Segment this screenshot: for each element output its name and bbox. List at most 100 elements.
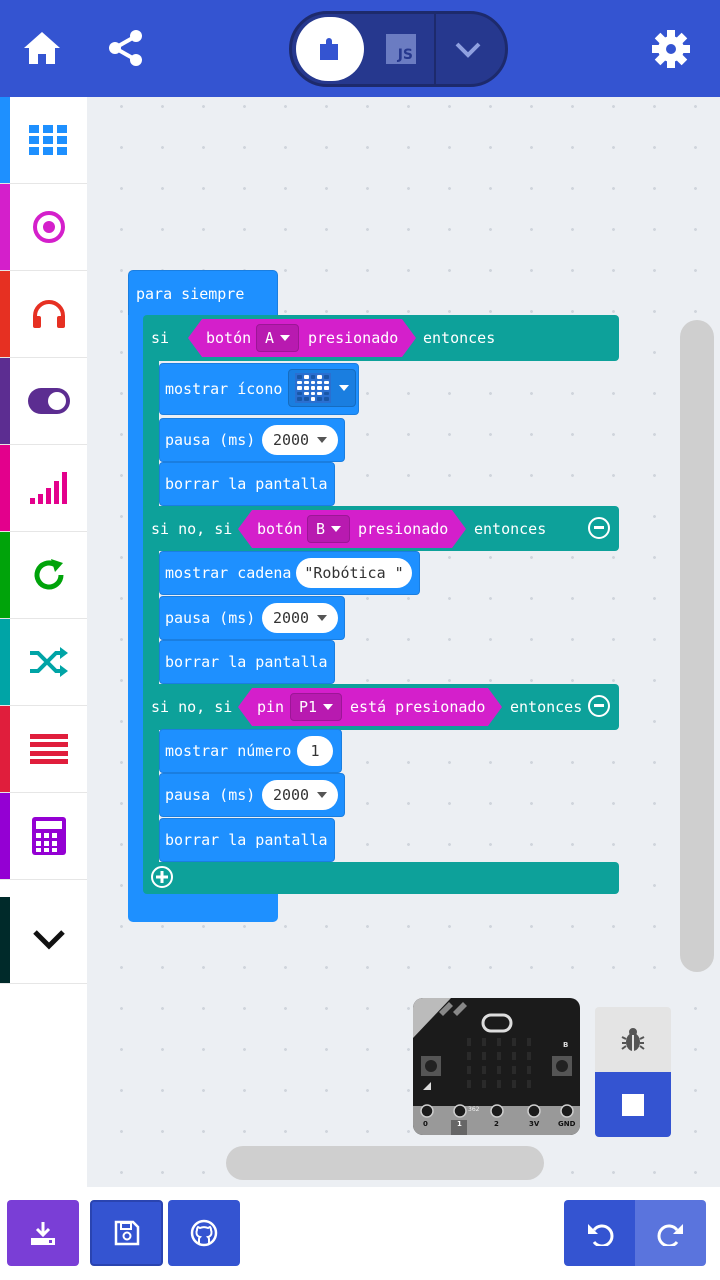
category-radio[interactable] — [0, 445, 87, 532]
debug-button[interactable] — [595, 1007, 671, 1072]
button-b-indicator: B — [563, 1041, 569, 1049]
show-string-label: mostrar cadena — [165, 564, 292, 582]
clear-screen-label: borrar la pantalla — [165, 831, 328, 849]
pause-value: 2000 — [272, 609, 310, 627]
category-led[interactable] — [0, 358, 87, 445]
puzzle-icon — [320, 38, 338, 60]
home-button[interactable] — [18, 24, 66, 72]
category-color-bar — [0, 184, 10, 270]
bug-icon — [621, 1027, 645, 1051]
download-button[interactable] — [7, 1200, 79, 1266]
blocks-mode-button[interactable] — [296, 17, 364, 81]
category-color-bar — [0, 793, 10, 879]
heart-icon — [295, 373, 331, 403]
caret-down-icon — [331, 526, 342, 532]
stop-simulator-button[interactable] — [595, 1072, 671, 1137]
category-variables[interactable] — [0, 706, 87, 793]
save-button[interactable] — [90, 1200, 163, 1266]
refresh-icon — [34, 559, 63, 590]
string-value: "Robótica " — [304, 564, 404, 582]
button-a-dropdown[interactable]: A — [256, 324, 300, 352]
if-label: si — [151, 329, 170, 347]
category-color-bar — [0, 706, 10, 792]
category-logic[interactable] — [0, 619, 87, 706]
mode-divider — [434, 14, 436, 84]
number-value: 1 — [310, 742, 320, 760]
pause-value-dropdown[interactable]: 2000 — [262, 425, 338, 455]
home-icon — [24, 32, 60, 64]
category-color-bar — [0, 97, 10, 183]
icon-picker[interactable] — [288, 369, 356, 407]
remove-else-if-button[interactable] — [588, 695, 610, 717]
microbit-board — [413, 998, 580, 1135]
category-color-bar — [0, 897, 10, 983]
pin-0-label: 0 — [423, 1120, 428, 1128]
share-button[interactable] — [102, 24, 150, 72]
settings-button[interactable] — [646, 24, 696, 74]
category-input[interactable] — [0, 184, 87, 271]
category-more[interactable] — [0, 897, 87, 984]
shuffle-icon — [29, 647, 68, 677]
forever-label: para siempre — [136, 285, 245, 303]
button-a-value: A — [265, 329, 275, 347]
grid-icon — [28, 125, 67, 155]
button-b-value: B — [316, 520, 326, 538]
remove-else-if-button[interactable] — [588, 517, 610, 539]
button-label: botón — [257, 520, 303, 538]
signal-icon — [29, 472, 67, 504]
pressed-label: presionado — [308, 329, 399, 347]
serial-label: 362 — [468, 1106, 480, 1113]
then-label: entonces — [423, 329, 496, 347]
gear-icon — [652, 30, 690, 68]
add-else-if-button[interactable] — [151, 866, 173, 888]
category-music[interactable] — [0, 271, 87, 358]
mode-dropdown-button[interactable] — [450, 32, 486, 68]
caret-down-icon — [280, 335, 291, 341]
pause-value: 2000 — [272, 431, 310, 449]
download-icon — [31, 1222, 55, 1245]
pause-label: pausa (ms) — [165, 431, 256, 449]
number-input[interactable]: 1 — [297, 736, 333, 766]
button-b-dropdown[interactable]: B — [307, 515, 351, 543]
top-header: JS — [0, 0, 720, 97]
category-color-bar — [0, 619, 10, 705]
pin-1-label: 1 — [457, 1120, 462, 1128]
toolbox — [0, 97, 87, 1187]
vertical-scrollbar[interactable] — [680, 320, 714, 972]
pin-value: P1 — [299, 698, 318, 716]
category-basic[interactable] — [0, 97, 87, 184]
lines-icon — [29, 734, 68, 764]
microbit-simulator[interactable]: 0 1 2 3V GND 362 B — [413, 998, 580, 1135]
github-button[interactable] — [168, 1200, 240, 1266]
stop-icon — [622, 1093, 644, 1116]
if-block-footer — [143, 862, 619, 894]
editor-mode-switch: JS — [289, 11, 508, 87]
undo-button[interactable] — [564, 1200, 635, 1266]
string-input[interactable]: "Robótica " — [296, 558, 412, 588]
pause-value-dropdown[interactable]: 2000 — [262, 780, 338, 810]
caret-down-icon — [323, 704, 334, 710]
javascript-mode-button[interactable]: JS — [386, 34, 416, 64]
caret-down-icon — [317, 615, 328, 621]
chevron-down-icon — [455, 42, 481, 58]
target-icon — [32, 211, 65, 243]
else-if-label: si no, si — [151, 520, 233, 538]
pressed-label: presionado — [358, 520, 449, 538]
horizontal-scrollbar[interactable] — [226, 1146, 544, 1180]
redo-button[interactable] — [635, 1200, 706, 1266]
share-icon — [109, 30, 142, 66]
category-color-bar — [0, 358, 10, 444]
category-color-bar — [0, 271, 10, 357]
pause-value-dropdown[interactable]: 2000 — [262, 603, 338, 633]
pin-dropdown[interactable]: P1 — [290, 693, 343, 721]
category-loops[interactable] — [0, 532, 87, 619]
toggle-icon — [27, 388, 70, 414]
clear-screen-label: borrar la pantalla — [165, 475, 328, 493]
category-color-bar — [0, 445, 10, 531]
show-number-label: mostrar número — [165, 742, 292, 760]
then-label: entonces — [474, 520, 547, 538]
caret-down-icon — [317, 792, 328, 798]
github-icon — [190, 1219, 218, 1247]
category-math[interactable] — [0, 793, 87, 880]
minus-icon — [594, 704, 604, 707]
